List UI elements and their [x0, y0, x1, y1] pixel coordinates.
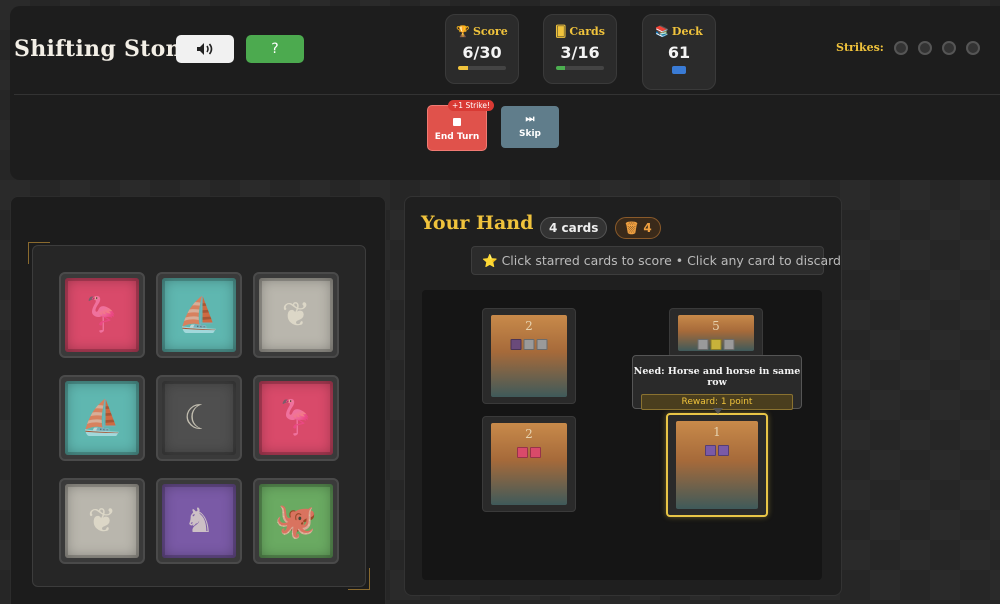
- stone-face: ❦: [65, 484, 139, 558]
- card-pattern: [510, 339, 548, 350]
- strikes-label: Strikes:: [836, 41, 884, 54]
- stop-icon: [453, 118, 461, 126]
- tooltip-arrow: [713, 408, 723, 414]
- stone-face: 🦩: [65, 278, 139, 352]
- stone-face: ❦: [259, 278, 333, 352]
- trophy-icon: 🏆: [456, 25, 470, 38]
- pattern-cell: [523, 339, 535, 350]
- ship-icon: ⛵: [80, 398, 124, 438]
- octopus-icon: 🐙: [274, 501, 318, 541]
- pattern-cell: [697, 339, 709, 350]
- card-points: 2: [525, 427, 533, 441]
- discard-count: 4: [643, 221, 652, 235]
- stone-tile-flamingo[interactable]: 🦩: [253, 375, 339, 461]
- books-icon: 📚: [655, 25, 669, 38]
- pattern-cell: [517, 447, 528, 458]
- sound-toggle-button[interactable]: [176, 35, 234, 63]
- stone-face: ♞: [162, 484, 236, 558]
- card-pattern: [517, 447, 541, 458]
- skip-icon: ⏭: [525, 114, 535, 125]
- deck-value: 61: [667, 43, 691, 62]
- trash-icon: 🗑: [624, 221, 640, 235]
- card-points: 1: [713, 425, 721, 439]
- stone-face: ⛵: [65, 381, 139, 455]
- strike-slot: [894, 41, 908, 55]
- skip-label: Skip: [519, 129, 541, 139]
- cards-value: 3/16: [560, 43, 600, 62]
- stone-tile-ship[interactable]: ⛵: [156, 272, 242, 358]
- pattern-cell: [723, 339, 735, 350]
- stone-tile-ship[interactable]: ⛵: [59, 375, 145, 461]
- stone-face: 🐙: [259, 484, 333, 558]
- moon-icon: ☾: [183, 398, 215, 438]
- stone-tile-flamingo[interactable]: 🦩: [59, 272, 145, 358]
- stone-tile-octopus[interactable]: 🐙: [253, 478, 339, 564]
- stone-tile-leaf[interactable]: ❦: [59, 478, 145, 564]
- pattern-cell: [530, 447, 541, 458]
- leaf-icon: ❦: [281, 295, 311, 335]
- card-points: 2: [525, 319, 533, 333]
- discard-count-badge: 🗑 4: [615, 217, 661, 239]
- strike-penalty-badge: +1 Strike!: [448, 100, 495, 111]
- card-pattern: [697, 339, 735, 350]
- pattern-cell: [710, 339, 722, 350]
- tooltip-need: Need: Horse and horse in same row: [633, 366, 801, 388]
- score-progress-bar: [458, 66, 506, 70]
- stone-board: 🦩 ⛵ ❦ ⛵ ☾ 🦩 ❦ ♞ 🐙: [32, 245, 366, 587]
- strike-slot: [966, 41, 980, 55]
- hand-card[interactable]: 2: [482, 308, 576, 404]
- star-icon: ⭐: [482, 253, 498, 268]
- hand-title: Your Hand: [421, 212, 534, 234]
- hand-card[interactable]: 5: [669, 308, 763, 358]
- card-pattern: [705, 445, 729, 456]
- leaf-icon: ❦: [87, 501, 117, 541]
- pattern-cell: [705, 445, 716, 456]
- pattern-cell: [718, 445, 729, 456]
- score-label: Score: [472, 25, 508, 38]
- hand-count-badge: 4 cards: [540, 217, 608, 239]
- deck-stack-icon: [672, 66, 686, 74]
- end-turn-button[interactable]: End Turn: [427, 105, 487, 151]
- pattern-cell: [510, 339, 522, 350]
- skip-button[interactable]: ⏭ Skip: [501, 106, 559, 148]
- stone-face: ☾: [162, 381, 236, 455]
- card-icon: 🂠: [555, 25, 567, 38]
- strike-slot: [942, 41, 956, 55]
- hand-card-selected[interactable]: 1: [666, 413, 768, 517]
- strike-slot: [918, 41, 932, 55]
- card-points: 5: [712, 319, 720, 333]
- stone-tile-moon[interactable]: ☾: [156, 375, 242, 461]
- stone-face: 🦩: [259, 381, 333, 455]
- stone-tile-leaf[interactable]: ❦: [253, 272, 339, 358]
- stone-tile-horse[interactable]: ♞: [156, 478, 242, 564]
- stone-face: ⛵: [162, 278, 236, 352]
- end-turn-label: End Turn: [434, 132, 480, 142]
- cards-stat: 🂠 Cards 3/16: [543, 14, 617, 84]
- hand-hint: ⭐ Click starred cards to score • Click a…: [471, 246, 841, 275]
- score-value: 6/30: [462, 43, 502, 62]
- flamingo-icon: 🦩: [274, 398, 318, 438]
- deck-label: Deck: [671, 25, 703, 38]
- speaker-icon: [197, 43, 213, 55]
- header-divider: [14, 94, 1000, 95]
- score-stat: 🏆 Score 6/30: [445, 14, 519, 84]
- flamingo-icon: 🦩: [80, 295, 124, 335]
- horse-icon: ♞: [183, 501, 215, 541]
- pattern-cell: [536, 339, 548, 350]
- hand-card[interactable]: 2: [482, 416, 576, 512]
- hand-hint-text: Click starred cards to score • Click any…: [501, 253, 841, 268]
- cards-progress-bar: [556, 66, 604, 70]
- deck-stat: 📚 Deck 61: [642, 14, 716, 90]
- ship-icon: ⛵: [177, 295, 221, 335]
- cards-label: Cards: [569, 25, 605, 38]
- help-button[interactable]: ?: [246, 35, 304, 63]
- card-tooltip: Need: Horse and horse in same row Reward…: [632, 355, 802, 414]
